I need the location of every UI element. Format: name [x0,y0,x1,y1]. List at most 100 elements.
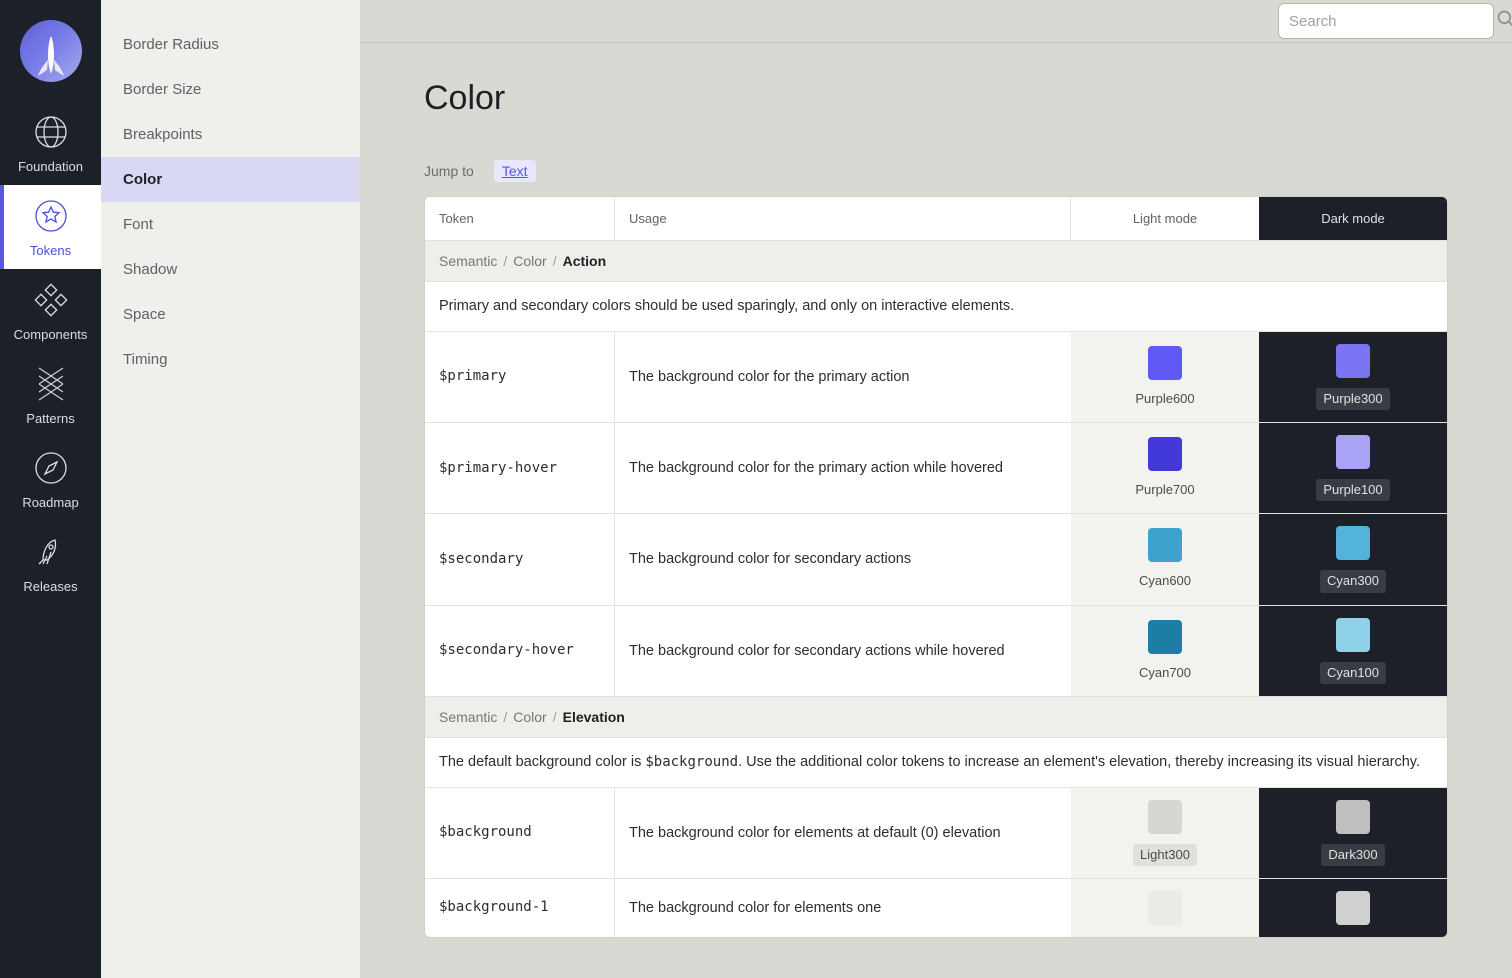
token-name: $secondary [425,514,615,604]
color-swatch [1148,346,1182,380]
nav-tokens-label: Tokens [30,243,71,258]
color-swatch [1336,344,1370,378]
breadcrumb-separator: / [553,709,557,725]
th-token: Token [425,197,615,241]
nav-patterns-label: Patterns [26,411,74,426]
color-swatch [1336,435,1370,469]
table-row: $secondaryThe background color for secon… [425,514,1447,605]
coin-star-icon [32,197,70,235]
swatch-label: Cyan100 [1320,662,1386,684]
rocket-icon [32,533,70,571]
swatch-label: Purple700 [1135,481,1194,499]
subnav-shadow[interactable]: Shadow [101,247,360,292]
swatch-label: Cyan300 [1320,570,1386,592]
light-swatch-cell: Light300 [1071,788,1259,878]
token-usage: The background color for secondary actio… [615,606,1071,696]
token-name: $primary [425,332,615,422]
breadcrumb-segment: Color [513,709,546,725]
breadcrumb-segment: Action [563,253,607,269]
breadcrumb-separator: / [503,253,507,269]
breadcrumb-separator: / [553,253,557,269]
color-swatch [1148,620,1182,654]
breadcrumb-segment: Elevation [563,709,625,725]
breadcrumb-separator: / [503,709,507,725]
table-row: $primaryThe background color for the pri… [425,332,1447,423]
jump-to-bar: Jump to Text [424,160,1448,182]
lattice-icon [32,365,70,403]
color-swatch [1148,437,1182,471]
light-swatch-cell: Cyan700 [1071,606,1259,696]
token-usage: The background color for secondary actio… [615,514,1071,604]
color-swatch [1336,800,1370,834]
light-swatch-cell [1071,879,1259,937]
token-name: $primary-hover [425,423,615,513]
main-content: Color Jump to Text Token Usage Light mod… [360,0,1512,978]
jump-to-label: Jump to [424,163,474,179]
nav-tokens[interactable]: Tokens [0,185,101,269]
token-usage: The background color for the primary act… [615,423,1071,513]
token-usage: The background color for elements one [615,879,1071,937]
nav-components[interactable]: Components [0,269,101,353]
subnav-border-size[interactable]: Border Size [101,67,360,112]
table-section-head: Semantic / Color / Action [425,241,1447,282]
table-row: $backgroundThe background color for elem… [425,788,1447,879]
table-row: $primary-hoverThe background color for t… [425,423,1447,514]
dark-swatch-cell: Purple100 [1259,423,1447,513]
jump-to-text-link[interactable]: Text [494,160,536,182]
search-input[interactable] [1289,13,1488,30]
token-table: Token Usage Light mode Dark mode Semanti… [424,196,1448,938]
nav-components-label: Components [14,327,88,342]
topbar [360,0,1512,43]
nav-patterns[interactable]: Patterns [0,353,101,437]
app-logo[interactable] [0,0,101,101]
color-swatch [1148,528,1182,562]
dark-swatch-cell: Purple300 [1259,332,1447,422]
color-swatch [1148,800,1182,834]
color-swatch [1148,891,1182,925]
diamonds-icon [32,281,70,319]
subnav-color[interactable]: Color [101,157,360,202]
dark-swatch-cell: Cyan100 [1259,606,1447,696]
color-swatch [1336,891,1370,925]
swatch-label: Dark300 [1321,844,1384,866]
breadcrumb-segment: Color [513,253,546,269]
th-usage: Usage [615,197,1071,241]
subnav-space[interactable]: Space [101,292,360,337]
light-swatch-cell: Purple700 [1071,423,1259,513]
th-light: Light mode [1071,197,1259,241]
subnav-timing[interactable]: Timing [101,337,360,382]
nav-roadmap[interactable]: Roadmap [0,437,101,521]
globe-icon [32,113,70,151]
token-name: $background [425,788,615,878]
search-box[interactable] [1278,3,1494,39]
section-description: The default background color is $backgro… [425,738,1447,788]
token-usage: The background color for the primary act… [615,332,1071,422]
breadcrumb-segment: Semantic [439,253,497,269]
table-header: Token Usage Light mode Dark mode [425,197,1447,241]
swatch-label: Purple300 [1316,388,1389,410]
dark-swatch-cell: Dark300 [1259,788,1447,878]
page-title: Color [424,79,1448,118]
token-usage: The background color for elements at def… [615,788,1071,878]
primary-nav: Foundation Tokens Components Patterns Ro [0,0,101,978]
swatch-label: Cyan600 [1139,572,1191,590]
token-name: $background-1 [425,879,615,937]
section-description: Primary and secondary colors should be u… [425,282,1447,332]
dark-swatch-cell: Cyan300 [1259,514,1447,604]
search-icon [1496,9,1512,34]
swatch-label: Purple600 [1135,390,1194,408]
token-name: $secondary-hover [425,606,615,696]
nav-releases[interactable]: Releases [0,521,101,605]
table-row: $background-1The background color for el… [425,879,1447,937]
subnav-border-radius[interactable]: Border Radius [101,22,360,67]
subnav-breakpoints[interactable]: Breakpoints [101,112,360,157]
subnav-font[interactable]: Font [101,202,360,247]
light-swatch-cell: Purple600 [1071,332,1259,422]
secondary-nav: Border Radius Border Size Breakpoints Co… [101,0,360,978]
nav-foundation[interactable]: Foundation [0,101,101,185]
nav-foundation-label: Foundation [18,159,83,174]
table-row: $secondary-hoverThe background color for… [425,606,1447,697]
breadcrumb-segment: Semantic [439,709,497,725]
compass-icon [32,449,70,487]
swatch-label: Purple100 [1316,479,1389,501]
